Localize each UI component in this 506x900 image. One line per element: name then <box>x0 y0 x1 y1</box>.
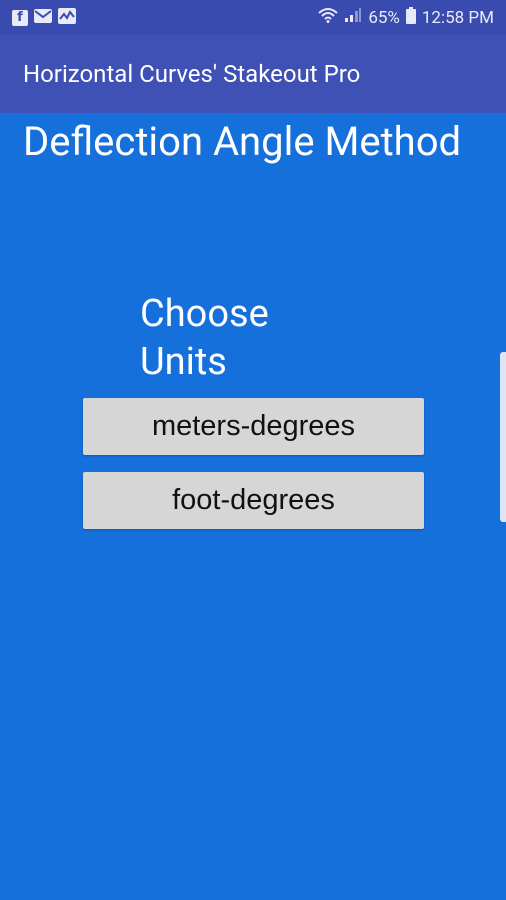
choose-label-line1: Choose <box>140 292 269 336</box>
app-bar: Horizontal Curves' Stakeout Pro <box>0 35 506 113</box>
page-title: Deflection Angle Method <box>23 118 462 165</box>
choose-label-line2: Units <box>140 340 227 384</box>
battery-icon <box>405 6 416 29</box>
choose-units-label: Choose Units <box>140 290 340 386</box>
status-left-icons: f <box>12 7 76 28</box>
clock: 12:58 PM <box>421 7 494 28</box>
meters-degrees-button[interactable]: meters-degrees <box>83 398 424 455</box>
activity-icon <box>58 7 76 28</box>
foot-degrees-button[interactable]: foot-degrees <box>83 472 424 529</box>
edge-panel-handle[interactable] <box>500 352 506 522</box>
mail-icon <box>34 8 52 27</box>
app-title: Horizontal Curves' Stakeout Pro <box>23 60 361 88</box>
status-right-icons: 65% 12:58 PM <box>318 6 494 29</box>
status-bar: f 65% 12:58 PM <box>0 0 506 35</box>
battery-percent: 65% <box>368 7 400 28</box>
signal-icon <box>344 7 362 28</box>
facebook-icon: f <box>12 9 28 26</box>
wifi-icon <box>318 7 338 28</box>
